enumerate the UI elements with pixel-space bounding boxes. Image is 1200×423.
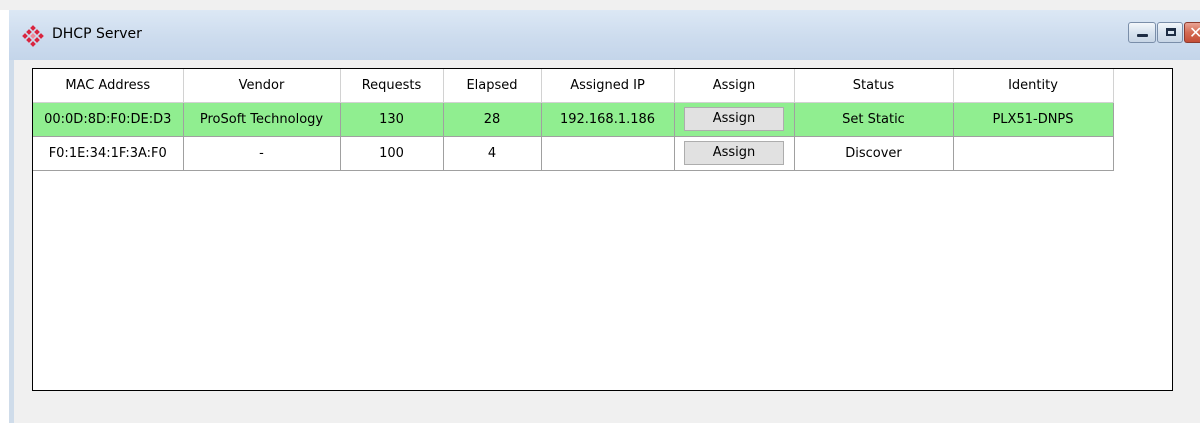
- cell-status: Set Static: [794, 102, 954, 137]
- cell-identity: PLX51-DNPS: [953, 102, 1114, 137]
- cell-assign: Assign: [674, 102, 795, 137]
- column-header-assigned-ip[interactable]: Assigned IP: [541, 69, 675, 103]
- dhcp-clients-grid[interactable]: MAC Address Vendor Requests Elapsed Assi…: [32, 68, 1173, 391]
- dhcp-clients-table: MAC Address Vendor Requests Elapsed Assi…: [33, 69, 1114, 171]
- assign-button[interactable]: Assign: [684, 107, 784, 131]
- column-header-assign[interactable]: Assign: [674, 69, 795, 103]
- column-header-identity[interactable]: Identity: [953, 69, 1114, 103]
- cell-mac-address: F0:1E:34:1F:3A:F0: [33, 136, 184, 171]
- column-header-status[interactable]: Status: [794, 69, 954, 103]
- header-row: MAC Address Vendor Requests Elapsed Assi…: [33, 69, 1114, 103]
- cell-requests: 130: [340, 102, 444, 137]
- maximize-button[interactable]: [1157, 22, 1183, 43]
- window-left-edge: [0, 10, 14, 423]
- close-button[interactable]: ✕: [1184, 22, 1200, 43]
- table-row[interactable]: 00:0D:8D:F0:DE:D3 ProSoft Technology 130…: [33, 102, 1114, 137]
- cell-vendor: -: [183, 136, 341, 171]
- cell-assign: Assign: [674, 136, 795, 171]
- title-bar[interactable]: DHCP Server ✕: [9, 10, 1200, 60]
- assign-button[interactable]: Assign: [684, 141, 784, 165]
- cell-elapsed: 28: [443, 102, 542, 137]
- cell-mac-address: 00:0D:8D:F0:DE:D3: [33, 102, 184, 137]
- close-icon: ✕: [1189, 23, 1200, 42]
- prosoft-diamond-icon: [22, 25, 44, 47]
- dhcp-server-window: DHCP Server ✕ MAC Address Vendor Request…: [0, 0, 1200, 423]
- column-header-elapsed[interactable]: Elapsed: [443, 69, 542, 103]
- cell-assigned-ip: [541, 136, 675, 171]
- cell-assigned-ip: 192.168.1.186: [541, 102, 675, 137]
- column-header-requests[interactable]: Requests: [340, 69, 444, 103]
- cell-requests: 100: [340, 136, 444, 171]
- minimize-icon: [1137, 34, 1148, 37]
- cell-elapsed: 4: [443, 136, 542, 171]
- maximize-icon: [1166, 28, 1176, 36]
- cell-vendor: ProSoft Technology: [183, 102, 341, 137]
- cell-identity: [953, 136, 1114, 171]
- table-row[interactable]: F0:1E:34:1F:3A:F0 - 100 4 Assign Discove…: [33, 136, 1114, 171]
- window-title: DHCP Server: [52, 26, 142, 42]
- column-header-mac-address[interactable]: MAC Address: [33, 69, 184, 103]
- minimize-button[interactable]: [1128, 22, 1156, 43]
- column-header-vendor[interactable]: Vendor: [183, 69, 341, 103]
- cell-status: Discover: [794, 136, 954, 171]
